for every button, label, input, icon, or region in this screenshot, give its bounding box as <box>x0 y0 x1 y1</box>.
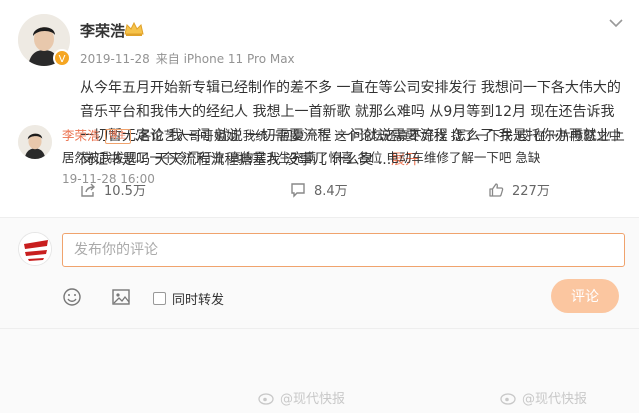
watermark: @现代快报 <box>258 388 345 407</box>
watermark-text: @现代快报 <box>280 392 346 407</box>
post-author-name[interactable]: 李荣浩 <box>80 20 125 41</box>
reply-time: 19-11-28 16:00 <box>62 172 155 186</box>
repost-checkbox[interactable]: 同时转发 <box>153 289 224 308</box>
comment-count: 8.4万 <box>314 184 348 199</box>
image-icon[interactable] <box>111 287 131 307</box>
comment-action[interactable]: 8.4万 <box>290 180 348 199</box>
chevron-down-icon[interactable] <box>609 18 623 28</box>
weibo-logo-icon <box>258 392 274 405</box>
current-user-avatar[interactable] <box>18 232 52 266</box>
post-meta: 2019-11-28 来自 iPhone 11 Pro Max <box>80 50 295 67</box>
reply-author-name[interactable]: 李荣浩 <box>62 128 100 143</box>
comment-icon <box>291 182 305 198</box>
comment-input[interactable] <box>62 233 625 267</box>
reply-author-avatar[interactable] <box>18 125 52 159</box>
reply-item: 李荣浩 博主:各位艺人哥哥姐姐 我统一回复一下 这个论坛还真不好找 找了一下午 哎… <box>62 125 632 169</box>
checkbox-box[interactable] <box>153 292 166 305</box>
comment-section: 同时转发 评论 <box>0 217 639 413</box>
repost-checkbox-label: 同时转发 <box>172 293 225 308</box>
like-count: 227万 <box>512 184 550 199</box>
post-actions: 10.5万 8.4万 227万 <box>80 180 639 200</box>
logo-avatar-icon <box>19 233 51 265</box>
post-author-avatar[interactable]: V <box>18 14 71 67</box>
svg-text:V: V <box>59 54 66 65</box>
crown-icon[interactable] <box>123 21 145 37</box>
verified-badge-icon: V <box>53 49 71 67</box>
smiley-icon[interactable] <box>62 287 82 307</box>
like-action[interactable]: 227万 <box>488 180 550 199</box>
divider <box>0 328 639 329</box>
thumbs-up-icon <box>489 182 504 197</box>
weibo-logo-icon <box>500 392 516 405</box>
post-date[interactable]: 2019-11-28 <box>80 52 150 66</box>
reply-body: :各位艺人哥哥姐姐 我统一回复一下 这个论坛还真不好找 找了一下午 哎 在一片愤… <box>62 128 622 165</box>
post-source-device: iPhone 11 Pro Max <box>183 52 295 66</box>
comment-submit-button[interactable]: 评论 <box>551 279 619 313</box>
post-source-prefix: 来自 <box>155 52 180 66</box>
watermark-text: @现代快报 <box>522 392 588 407</box>
avatar-portrait-icon <box>18 125 52 159</box>
watermark: @现代快报 <box>500 388 587 407</box>
author-badge: 博主 <box>104 129 131 144</box>
